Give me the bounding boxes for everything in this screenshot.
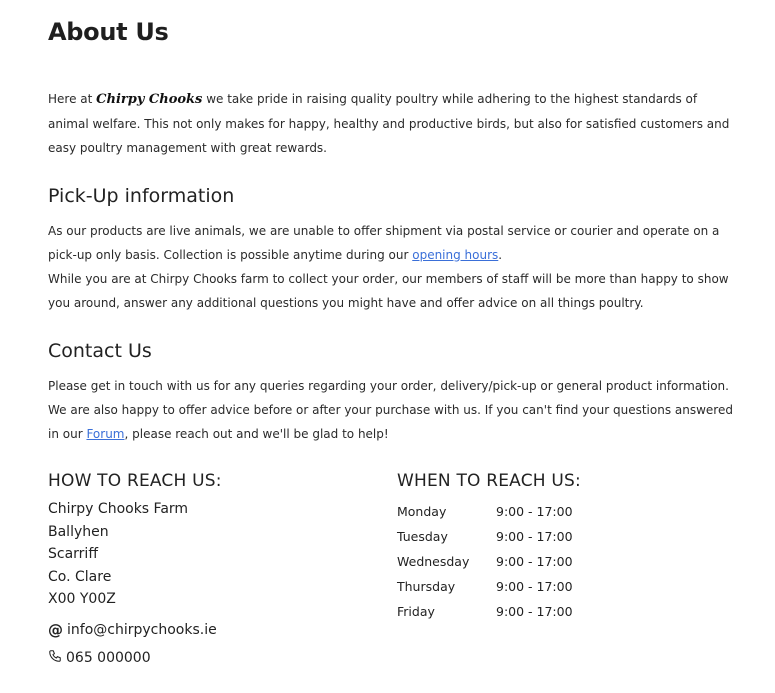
address-block: Chirpy Chooks Farm Ballyhen Scarriff Co.…: [48, 498, 188, 611]
hours-day: Wednesday: [397, 554, 470, 569]
hours-day: Tuesday: [397, 529, 448, 544]
hours-row: Thursday 9:00 - 17:00: [397, 574, 573, 599]
contact-p1: Please get in touch with us for any quer…: [48, 379, 729, 393]
address-line: Ballyhen: [48, 523, 109, 540]
pickup-heading: Pick-Up information: [48, 185, 235, 207]
address-line: Scarriff: [48, 546, 98, 562]
opening-hours-link[interactable]: opening hours: [412, 248, 498, 262]
about-intro-prefix: Here at: [48, 92, 97, 106]
pickup-paragraph-1: As our products are live animals, we are…: [48, 219, 738, 315]
contact-p2-suffix: , please reach out and we'll be glad to …: [124, 427, 389, 441]
contact-paragraph: Please get in touch with us for any quer…: [48, 374, 738, 446]
hours-day: Friday: [397, 604, 435, 619]
phone-line: 065 000000: [48, 649, 151, 667]
hours-row: Wednesday 9:00 - 17:00: [397, 549, 573, 574]
opening-hours-list: Monday 9:00 - 17:00 Tuesday 9:00 - 17:00 W…: [397, 499, 573, 624]
phone-icon: [48, 649, 62, 667]
how-to-reach-heading: HOW TO REACH US:: [48, 471, 222, 491]
brand-name: Chirpy Chooks: [96, 92, 203, 107]
forum-link[interactable]: Forum: [86, 427, 124, 441]
page-title: About Us: [48, 18, 169, 46]
pickup-p1-suffix: .: [498, 248, 503, 262]
email-address[interactable]: info@chirpychooks.ie: [67, 622, 217, 638]
hours-day: Thursday: [397, 579, 456, 594]
pickup-paragraph-2: While you are at Chirpy Chooks farm to c…: [48, 272, 729, 310]
hours-row: Monday 9:00 - 17:00: [397, 499, 573, 524]
about-page: About Us Here at Chirpy Chooks we take p…: [0, 0, 775, 693]
hours-time: 9:00 - 17:00: [496, 504, 573, 519]
phone-number[interactable]: 065 000000: [66, 650, 151, 666]
hours-day: Monday: [397, 504, 447, 519]
address-line: Co. Clare: [48, 568, 112, 585]
address-line: Chirpy Chooks Farm: [48, 501, 189, 517]
pickup-p1-prefix: As our products are live animals, we are…: [48, 224, 720, 262]
hours-time: 9:00 - 17:00: [496, 554, 573, 569]
hours-time: 9:00 - 17:00: [496, 579, 573, 594]
hours-time: 9:00 - 17:00: [496, 604, 573, 619]
address-line: X00 Y00Z: [48, 591, 116, 607]
hours-row: Tuesday 9:00 - 17:00: [397, 524, 573, 549]
about-intro: Here at Chirpy Chooks we take pride in r…: [48, 87, 738, 160]
contact-heading: Contact Us: [48, 340, 152, 362]
hours-time: 9:00 - 17:00: [496, 529, 573, 544]
hours-row: Friday 9:00 - 17:00: [397, 599, 573, 624]
when-to-reach-heading: WHEN TO REACH US:: [397, 471, 581, 491]
email-line: @ info@chirpychooks.ie: [48, 621, 217, 639]
at-icon: @: [48, 621, 63, 639]
